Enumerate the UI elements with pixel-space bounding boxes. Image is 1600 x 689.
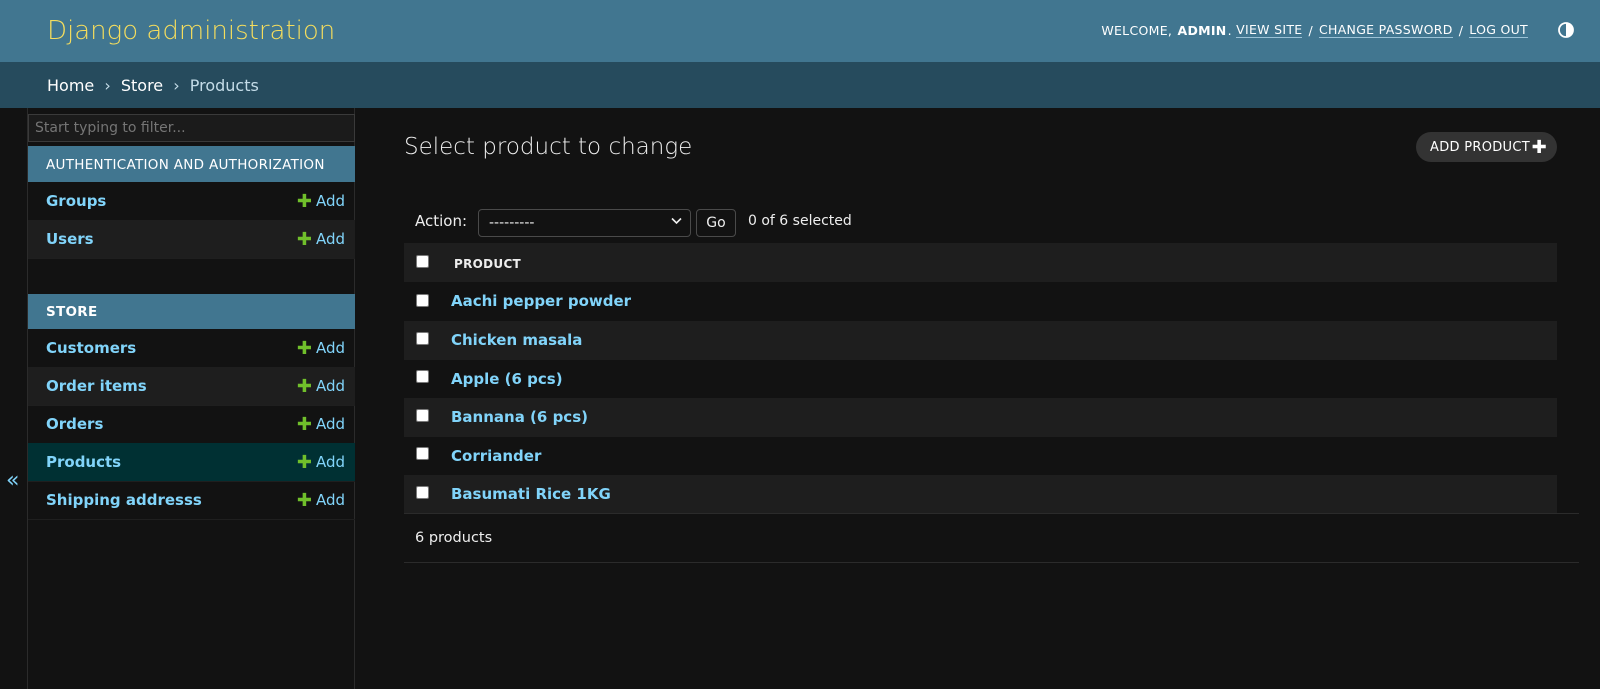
sidebar-item-label[interactable]: Orders <box>46 415 103 433</box>
add-customers-link[interactable]: ✚ Add <box>297 339 345 357</box>
breadcrumb-store[interactable]: Store <box>121 76 163 95</box>
paginator: 6 products <box>404 513 1579 563</box>
sidebar-item-products[interactable]: Products ✚ Add <box>28 443 355 482</box>
product-link[interactable]: Bannana (6 pcs) <box>451 408 588 426</box>
add-users-link[interactable]: ✚ Add <box>297 230 345 248</box>
add-product-button[interactable]: ADD PRODUCT ✚ <box>1416 132 1557 162</box>
go-button[interactable]: Go <box>696 209 736 237</box>
product-link[interactable]: Aachi pepper powder <box>451 292 631 310</box>
action-selected-value: --------- <box>489 215 535 231</box>
username: ADMIN <box>1177 22 1227 38</box>
sidebar-item-customers[interactable]: Customers ✚ Add <box>28 329 355 368</box>
select-all-checkbox[interactable] <box>416 255 429 268</box>
collapse-sidebar-icon[interactable]: « <box>6 468 19 493</box>
nav-sidebar: AUTHENTICATION AND AUTHORIZATION Groups … <box>27 108 355 689</box>
sidebar-item-label[interactable]: Shipping addresss <box>46 491 202 509</box>
selected-count: 0 of 6 selected <box>748 213 852 229</box>
row-checkbox[interactable] <box>416 409 429 422</box>
change-password-link[interactable]: CHANGE PASSWORD <box>1318 22 1453 38</box>
action-select[interactable]: --------- <box>478 209 691 237</box>
table-row: Basumati Rice 1KG <box>404 475 1557 514</box>
row-checkbox[interactable] <box>416 332 429 345</box>
add-orders-link[interactable]: ✚ Add <box>297 415 345 433</box>
plus-icon: ✚ <box>296 489 312 511</box>
table-row: Corriander <box>404 437 1557 476</box>
sidebar-item-label[interactable]: Order items <box>46 377 147 395</box>
plus-icon: ✚ <box>296 190 312 212</box>
sidebar-item-label[interactable]: Users <box>46 230 94 248</box>
add-shipping-addresss-link[interactable]: ✚ Add <box>297 491 345 509</box>
add-label: Add <box>315 491 345 509</box>
table-row: Aachi pepper powder <box>404 282 1557 321</box>
plus-icon: ✚ <box>296 337 312 359</box>
view-site-link[interactable]: VIEW SITE <box>1236 22 1303 38</box>
product-link[interactable]: Chicken masala <box>451 331 582 349</box>
add-products-link[interactable]: ✚ Add <box>297 453 345 471</box>
action-label: Action: <box>415 212 468 230</box>
add-label: Add <box>315 453 345 471</box>
page-title: Select product to change <box>404 134 693 160</box>
product-link[interactable]: Basumati Rice 1KG <box>451 485 611 503</box>
plus-icon: ✚ <box>296 451 312 473</box>
nav-filter-input[interactable] <box>28 114 355 142</box>
add-label: Add <box>315 192 345 210</box>
site-brand[interactable]: Django administration <box>47 16 335 46</box>
sidebar-item-groups[interactable]: Groups ✚ Add <box>28 182 355 221</box>
chevron-down-icon <box>671 215 682 230</box>
table-header: PRODUCT <box>404 243 1557 282</box>
table-row: Chicken masala <box>404 321 1557 360</box>
sidebar-item-orders[interactable]: Orders ✚ Add <box>28 405 355 444</box>
sidebar-item-label[interactable]: Products <box>46 453 121 471</box>
table-row: Bannana (6 pcs) <box>404 398 1557 437</box>
breadcrumb: Home › Store › Products <box>0 62 1600 108</box>
plus-icon: ✚ <box>1531 137 1547 158</box>
add-product-label: ADD PRODUCT <box>1430 139 1530 155</box>
add-label: Add <box>315 339 345 357</box>
table-row: Apple (6 pcs) <box>404 360 1557 399</box>
module-caption-auth[interactable]: AUTHENTICATION AND AUTHORIZATION <box>28 146 355 182</box>
breadcrumb-separator: › <box>104 76 111 95</box>
row-checkbox[interactable] <box>416 486 429 499</box>
add-groups-link[interactable]: ✚ Add <box>297 192 345 210</box>
add-label: Add <box>315 230 345 248</box>
sidebar-item-shipping-addresss[interactable]: Shipping addresss ✚ Add <box>28 481 355 520</box>
row-checkbox[interactable] <box>416 370 429 383</box>
breadcrumb-current: Products <box>189 76 259 95</box>
add-label: Add <box>315 377 345 395</box>
plus-icon: ✚ <box>296 375 312 397</box>
row-checkbox[interactable] <box>416 294 429 307</box>
actions-bar: Action: --------- Go 0 of 6 selected <box>404 200 1557 244</box>
add-label: Add <box>315 415 345 433</box>
breadcrumb-home[interactable]: Home <box>47 76 94 95</box>
row-checkbox[interactable] <box>416 447 429 460</box>
sidebar-item-users[interactable]: Users ✚ Add <box>28 220 355 259</box>
product-link[interactable]: Apple (6 pcs) <box>451 370 563 388</box>
breadcrumb-separator: › <box>173 76 180 95</box>
welcome-text: WELCOME, <box>1101 22 1173 38</box>
add-order-items-link[interactable]: ✚ Add <box>297 377 345 395</box>
module-caption-store[interactable]: STORE <box>28 294 355 329</box>
plus-icon: ✚ <box>296 413 312 435</box>
product-link[interactable]: Corriander <box>451 447 541 465</box>
sidebar-item-label[interactable]: Groups <box>46 192 106 210</box>
user-tools: WELCOME, ADMIN. VIEW SITE / CHANGE PASSW… <box>1101 22 1528 38</box>
sidebar-item-label[interactable]: Customers <box>46 339 136 357</box>
separator: / <box>1308 22 1313 38</box>
log-out-link[interactable]: LOG OUT <box>1469 22 1528 38</box>
theme-toggle-icon[interactable] <box>1558 22 1574 38</box>
site-header: Django administration WELCOME, ADMIN. VI… <box>0 0 1600 62</box>
plus-icon: ✚ <box>296 228 312 250</box>
separator: / <box>1458 22 1464 38</box>
sidebar-item-order-items[interactable]: Order items ✚ Add <box>28 367 355 406</box>
column-header-product[interactable]: PRODUCT <box>454 257 521 271</box>
